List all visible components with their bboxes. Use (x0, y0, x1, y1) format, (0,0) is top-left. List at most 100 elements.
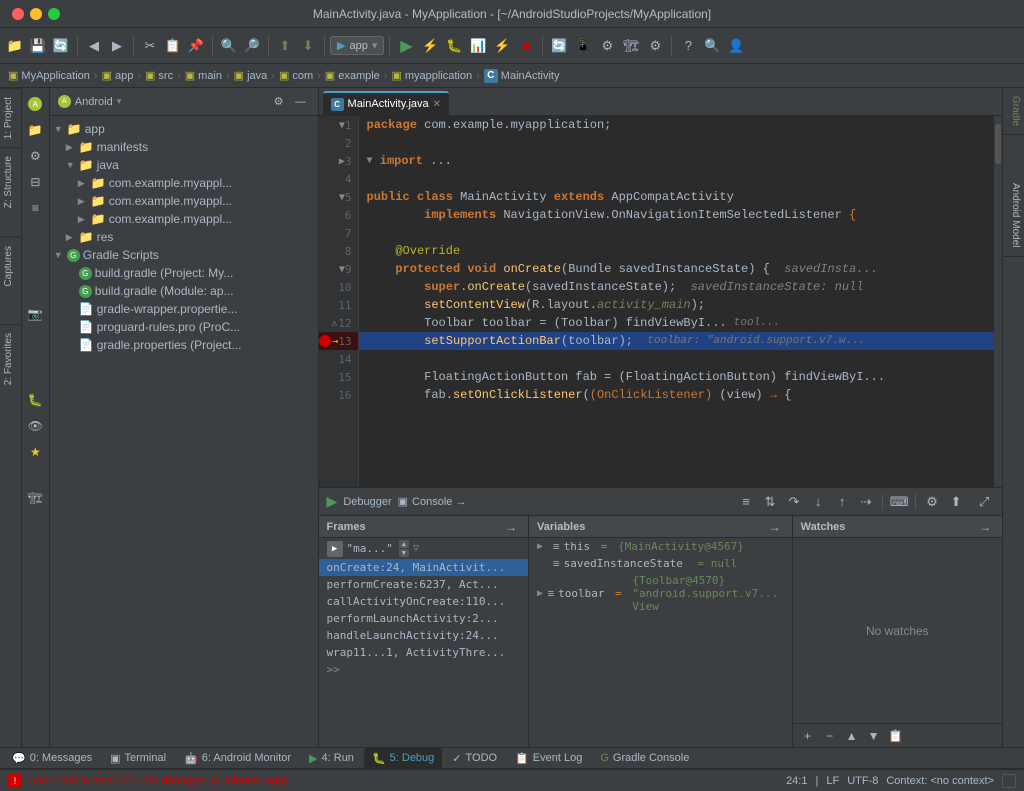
import-fold[interactable]: ▼ (367, 156, 373, 167)
bottom-tab-debug[interactable]: 🐛 5: Debug (364, 748, 442, 768)
debug-run-to-cursor[interactable]: ⇢ (856, 492, 876, 512)
sdk-manager-icon[interactable]: ⚙ (596, 35, 618, 57)
restore-layout[interactable]: ⬆ (946, 492, 966, 512)
back-icon[interactable]: ◀ (83, 35, 105, 57)
open-folder-icon[interactable]: 📁 (4, 35, 26, 57)
avd-manager-icon[interactable]: 📱 (572, 35, 594, 57)
gradle-sync-icon[interactable]: 🔄 (548, 35, 570, 57)
stop-button[interactable]: ■ (515, 35, 537, 57)
debug-run-button[interactable]: 🐛 (443, 35, 465, 57)
frame-row-ma[interactable]: ▶ "ma..." ▲ ▼ ▽ (319, 538, 529, 559)
frame-stepper[interactable]: ▲ ▼ (399, 540, 409, 557)
filter-strip-icon[interactable]: ⊟ (23, 170, 47, 194)
bottom-tab-android-monitor[interactable]: 🤖 6: Android Monitor (176, 748, 299, 768)
tree-item-gradle-wrapper[interactable]: ▶ 📄 gradle-wrapper.propertie... (50, 300, 318, 318)
breadcrumb-myapplication[interactable]: ▣ MyApplication (8, 69, 90, 82)
breadcrumb-src[interactable]: ▣ src (145, 69, 173, 82)
console-tab[interactable]: ▣ Console → (398, 495, 467, 508)
structure-panel-label[interactable]: Z: Structure (0, 147, 21, 216)
frame-row-oncreate[interactable]: onCreate:24, MainActivit... (319, 559, 529, 576)
frame-row-handlelaunch[interactable]: handleLaunchActivity:24... (319, 627, 529, 644)
run-config-dropdown[interactable]: ▶ app ▾ (330, 36, 384, 55)
tree-item-proguard[interactable]: ▶ 📄 proguard-rules.pro (ProC... (50, 318, 318, 336)
gradle-panel-label[interactable]: Gradle (1003, 88, 1024, 135)
frame-up[interactable]: ▲ (399, 540, 409, 548)
cut-icon[interactable]: ✂ (139, 35, 161, 57)
breadcrumb-main[interactable]: ▣ main (185, 69, 222, 82)
minimize-button[interactable] (30, 8, 42, 20)
copy-frames-btn[interactable]: → (502, 518, 520, 536)
debug-step-over[interactable]: ↷ (784, 492, 804, 512)
tree-item-com-example-3[interactable]: ▶ 📁 com.example.myappl... (50, 210, 318, 228)
evaluate-expression[interactable]: ⌨ (889, 492, 909, 512)
settings-action-icon[interactable]: ⚙ (270, 93, 288, 111)
sync-icon[interactable]: 🔄 (50, 35, 72, 57)
copy-icon[interactable]: 📋 (162, 35, 184, 57)
search-everywhere-icon[interactable]: 🔍 (701, 35, 723, 57)
bottom-tab-run[interactable]: ▶ 4: Run (301, 748, 362, 768)
bottom-tab-todo[interactable]: ✓ TODO (444, 748, 505, 768)
android-model-panel-label[interactable]: Android Model (1003, 175, 1024, 256)
folder-icon-strip[interactable]: 📁 (23, 118, 47, 142)
star-icon[interactable]: ★ (23, 440, 47, 464)
breadcrumb-java[interactable]: ▣ java (234, 69, 268, 82)
android-icon[interactable]: A (23, 92, 47, 116)
frame-down[interactable]: ▼ (399, 549, 409, 557)
debug-strip-icon[interactable]: 🐛 (23, 388, 47, 412)
tree-item-build-gradle-module[interactable]: ▶ G build.gradle (Module: ap... (50, 282, 318, 300)
project-panel-label[interactable]: 1: Project (0, 88, 21, 147)
paste-icon[interactable]: 📌 (185, 35, 207, 57)
search-icon[interactable]: 🔍 (218, 35, 240, 57)
coverage-button[interactable]: 📊 (467, 35, 489, 57)
settings-strip-icon[interactable]: ⚙ (23, 144, 47, 168)
status-encoding[interactable]: UTF-8 (847, 775, 878, 787)
frame-row-callactivity[interactable]: callActivityOnCreate:110... (319, 593, 529, 610)
tree-item-com-example-1[interactable]: ▶ 📁 com.example.myappl... (50, 174, 318, 192)
main-activity-tab[interactable]: C MainActivity.java ✕ (323, 91, 450, 115)
bottom-tab-eventlog[interactable]: 📋 Event Log (507, 748, 590, 768)
error-icon[interactable]: ! (8, 774, 22, 788)
play-debug-icon[interactable]: ▶ (327, 493, 338, 510)
eye-icon[interactable]: 👁 (23, 414, 47, 438)
capture-icon[interactable]: 📷 (23, 302, 47, 326)
bottom-tab-terminal[interactable]: ▣ Terminal (102, 748, 174, 768)
vertical-scrollbar[interactable] (994, 116, 1002, 487)
frame-row-wrap[interactable]: wrap11...1, ActivityThre... (319, 644, 529, 661)
profile-button[interactable]: ⚡ (419, 35, 441, 57)
tree-item-build-gradle-project[interactable]: ▶ G build.gradle (Project: My... (50, 264, 318, 282)
collapse-action-icon[interactable]: — (292, 93, 310, 111)
copy-watches-btn[interactable]: → (976, 518, 994, 536)
debug-layout-icon[interactable]: ≡ (736, 492, 756, 512)
debug-step-into[interactable]: ↓ (808, 492, 828, 512)
breadcrumb-app[interactable]: ▣ app (102, 69, 134, 82)
var-row-savedinstance[interactable]: ≡ savedInstanceState = null (529, 555, 792, 572)
run-button[interactable]: ▶ (395, 35, 417, 57)
project-structure-icon[interactable]: 🏗 (620, 35, 642, 57)
var-row-this[interactable]: ▶ ≡ this = {MainActivity@4567} (529, 538, 792, 555)
expand-debug-btn[interactable]: ⤢ (974, 492, 994, 512)
close-button[interactable] (12, 8, 24, 20)
tree-item-com-example-2[interactable]: ▶ 📁 com.example.myappl... (50, 192, 318, 210)
maximize-button[interactable] (48, 8, 60, 20)
debugger-tab[interactable]: Debugger (343, 496, 391, 508)
forward-icon[interactable]: ▶ (106, 35, 128, 57)
remove-watch-button[interactable]: − (821, 727, 839, 745)
debug-settings[interactable]: ⚙ (922, 492, 942, 512)
tree-item-gradle-properties[interactable]: ▶ 📄 gradle.properties (Project... (50, 336, 318, 354)
breadcrumb-myapplication2[interactable]: ▣ myapplication (391, 69, 472, 82)
prev-method-icon[interactable]: ⬆ (274, 35, 296, 57)
frame-row-more[interactable]: >> (319, 661, 529, 678)
breadcrumb-mainactivity[interactable]: C MainActivity (484, 69, 560, 83)
scrollbar-thumb[interactable] (995, 124, 1001, 164)
settings-icon[interactable]: ⚙ (644, 35, 666, 57)
tree-item-app[interactable]: ▼ 📁 app (50, 120, 318, 138)
android-dropdown[interactable]: A Android ▾ (58, 95, 121, 108)
debug-sort-icon[interactable]: ⇅ (760, 492, 780, 512)
breadcrumb-example[interactable]: ▣ example (325, 69, 380, 82)
favorites-panel-label[interactable]: 2: Favorites (0, 324, 21, 393)
tree-item-java[interactable]: ▼ 📁 java (50, 156, 318, 174)
var-row-toolbar[interactable]: ▶ ≡ toolbar = {Toolbar@4570} "android.su… (529, 572, 792, 615)
frame-row-performlaunch[interactable]: performLaunchActivity:2... (319, 610, 529, 627)
breadcrumb-com[interactable]: ▣ com (279, 69, 313, 82)
lock-icon[interactable] (1002, 774, 1016, 788)
